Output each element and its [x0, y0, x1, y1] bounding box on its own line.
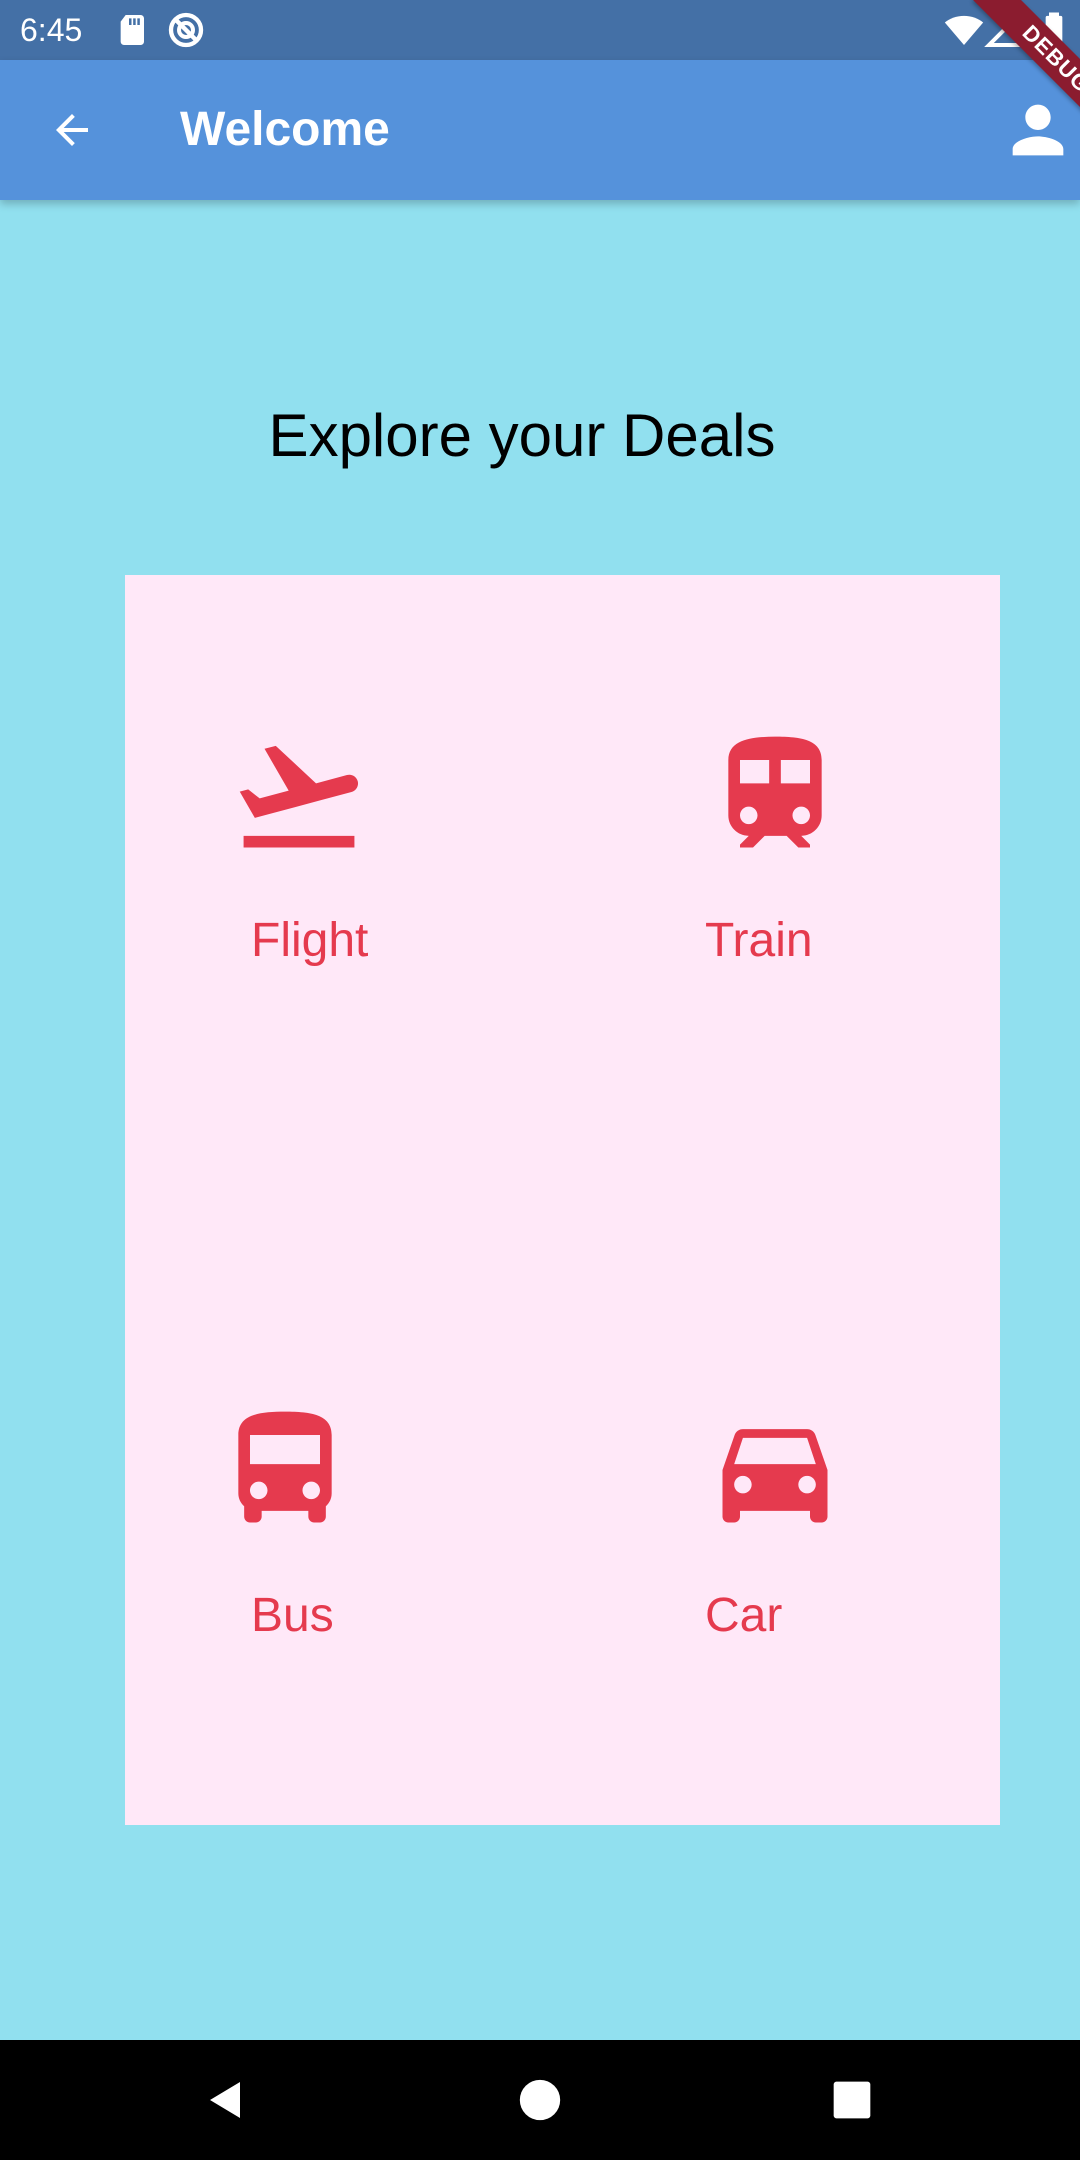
deal-label-bus: Bus	[251, 1589, 334, 1642]
deals-card: Flight Train Bus Car	[125, 575, 1000, 1825]
status-bar: 6:45	[0, 0, 1080, 60]
deal-tile-train[interactable]: Train	[705, 725, 955, 1005]
nav-back-button[interactable]	[196, 2070, 256, 2130]
flight-takeoff-icon	[239, 745, 359, 848]
app-title: Welcome	[180, 103, 390, 156]
status-time: 6:45	[20, 12, 83, 48]
profile-button[interactable]	[1000, 92, 1080, 168]
arrow-back-icon	[56, 114, 88, 146]
app-bar: Welcome	[0, 60, 1080, 200]
deal-tile-bus[interactable]: Bus	[215, 1400, 465, 1680]
signal-icon	[984, 10, 1021, 47]
system-nav-bar	[0, 2040, 1080, 2160]
back-button[interactable]	[34, 92, 110, 168]
home-circle-icon	[519, 2079, 561, 2121]
sd-card-icon	[120, 15, 144, 45]
nav-home-button[interactable]	[510, 2070, 570, 2130]
wifi-icon	[944, 15, 984, 45]
deal-label-flight: Flight	[251, 914, 369, 967]
deal-tile-flight[interactable]: Flight	[229, 725, 479, 1005]
recents-square-icon	[833, 2081, 871, 2119]
page-heading: Explore your Deals	[268, 402, 776, 469]
nav-recents-button[interactable]	[822, 2070, 882, 2130]
bus-icon	[238, 1411, 332, 1523]
deal-tile-car[interactable]: Car	[705, 1400, 955, 1680]
car-icon	[722, 1429, 828, 1523]
train-icon	[728, 736, 822, 848]
battery-icon	[1045, 12, 1063, 47]
person-icon	[1012, 104, 1064, 156]
back-triangle-icon	[210, 2082, 240, 2118]
sync-icon	[168, 12, 204, 48]
deal-label-train: Train	[705, 914, 813, 967]
deal-label-car: Car	[705, 1589, 783, 1642]
